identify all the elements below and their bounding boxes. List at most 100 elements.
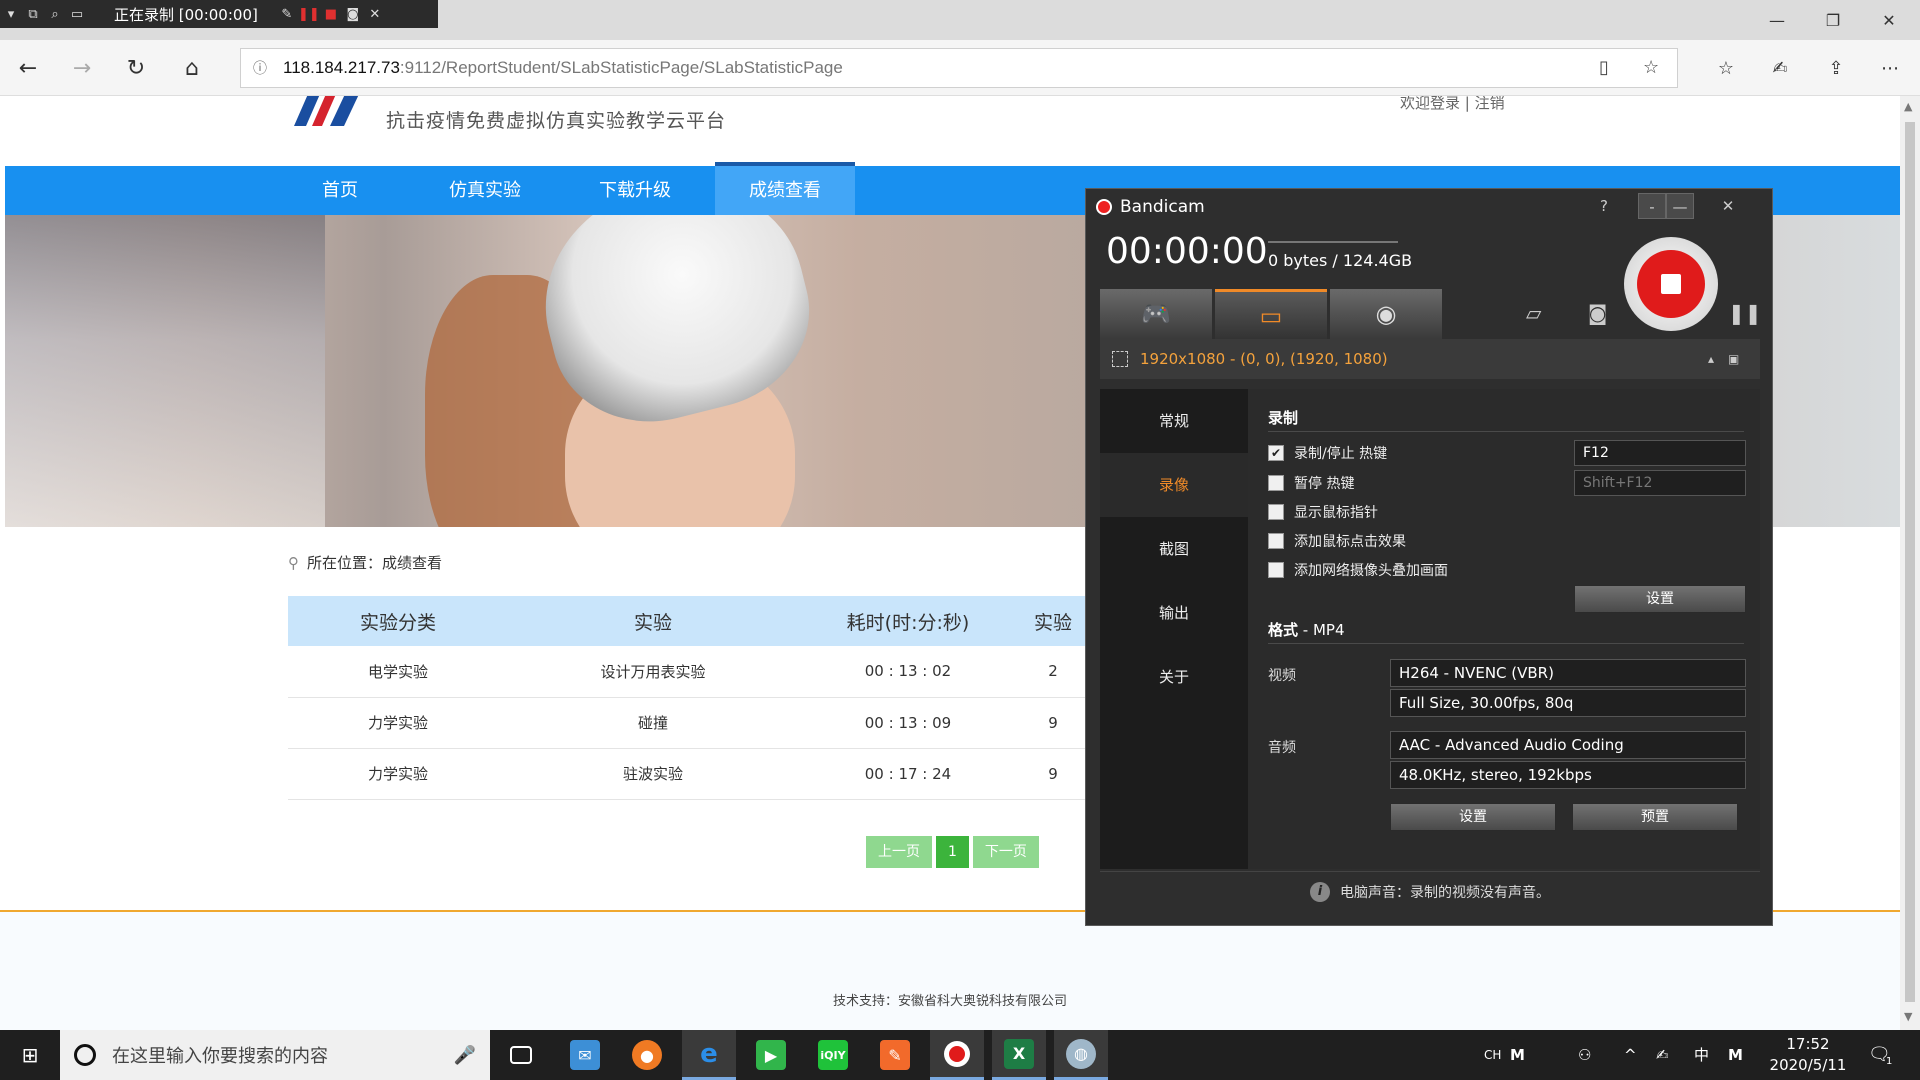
minimize-button[interactable]: — <box>1750 0 1804 40</box>
windows-start-icon[interactable]: ⊞ <box>0 1030 60 1080</box>
checkbox[interactable] <box>1268 475 1284 491</box>
reading-view-icon[interactable]: ▯ <box>1599 57 1609 78</box>
bandicam-minimize-button[interactable]: — <box>1666 193 1694 219</box>
url-path: :9112/ReportStudent/SLabStatisticPage/SL… <box>399 58 843 77</box>
format-settings-button[interactable]: 设置 <box>1390 803 1556 831</box>
pen-icon[interactable]: ✍ <box>1762 50 1798 86</box>
home-icon[interactable]: ⌂ <box>174 50 210 86</box>
close-icon[interactable]: ✕ <box>364 0 386 28</box>
back-icon[interactable]: ← <box>10 50 46 86</box>
prev-page-button[interactable]: 上一页 <box>866 836 932 868</box>
pause-icon[interactable]: ❚❚ <box>298 0 320 28</box>
option-label: 添加网络摄像头叠加画面 <box>1294 563 1448 579</box>
window-icon[interactable]: ▣ <box>1728 352 1739 366</box>
edge-icon[interactable]: e <box>682 1030 736 1080</box>
option-click-effect[interactable]: 添加鼠标点击效果 <box>1268 531 1406 551</box>
record-settings-button[interactable]: 设置 <box>1574 585 1746 613</box>
option-pause-hotkey[interactable]: 暂停 热键 <box>1268 473 1354 493</box>
help-button[interactable]: ? <box>1590 193 1618 219</box>
favorite-star-icon[interactable]: ☆ <box>1643 57 1659 78</box>
refresh-icon[interactable]: ↻ <box>118 50 154 86</box>
record-hotkey-input[interactable]: F12 <box>1574 440 1746 466</box>
window-mode-icon[interactable]: ⧉ <box>22 0 44 28</box>
audio-codec-field: AAC - Advanced Audio Coding <box>1390 731 1746 759</box>
app-globe-icon[interactable]: ◍ <box>1054 1030 1108 1080</box>
scrollbar-thumb[interactable] <box>1905 122 1915 1002</box>
bandicam-title-bar[interactable]: Bandicam ? - — ✕ <box>1086 189 1772 225</box>
tray-m2-icon[interactable]: M <box>1728 1030 1743 1080</box>
mail-icon[interactable]: ✉ <box>558 1030 612 1080</box>
excel-icon[interactable]: X <box>992 1030 1046 1080</box>
game-mode-icon[interactable]: 🎮 <box>1100 289 1212 339</box>
nav-simulation[interactable]: 仿真实验 <box>425 166 545 215</box>
scroll-up-icon[interactable]: ▲ <box>1904 100 1912 113</box>
screen-mode-icon[interactable]: ▭ <box>1215 289 1327 339</box>
tab-general[interactable]: 常规 <box>1100 389 1248 453</box>
preset-button[interactable]: 预置 <box>1572 803 1738 831</box>
tab-about[interactable]: 关于 <box>1100 645 1248 709</box>
url-field[interactable]: ⓘ 118.184.217.73 :9112/ReportStudent/SLa… <box>240 48 1678 88</box>
bandicam-taskbar-icon[interactable] <box>930 1030 984 1080</box>
people-icon[interactable]: ⚇ <box>1578 1030 1591 1080</box>
scroll-down-icon[interactable]: ▼ <box>1904 1010 1912 1023</box>
record-stop-button[interactable] <box>1624 237 1718 331</box>
page-scrollbar[interactable]: ▲ ▼ <box>1900 96 1920 1030</box>
checkbox[interactable] <box>1268 504 1284 520</box>
mini-mode-button[interactable]: - <box>1638 193 1666 219</box>
restore-button[interactable]: ❐ <box>1806 0 1860 40</box>
pause-hotkey-input[interactable]: Shift+F12 <box>1574 470 1746 496</box>
close-window-button[interactable]: ✕ <box>1862 0 1916 40</box>
clock[interactable]: 17:52 2020/5/11 <box>1760 1034 1856 1076</box>
tray-ime[interactable]: 中 <box>1694 1030 1709 1080</box>
collapse-icon[interactable]: ▴ <box>1708 352 1714 366</box>
url-host: 118.184.217.73 <box>283 58 400 77</box>
checkbox[interactable] <box>1268 562 1284 578</box>
col-category: 实验分类 <box>288 596 508 646</box>
tray-language[interactable]: CH <box>1484 1030 1501 1080</box>
page-number-button[interactable]: 1 <box>936 836 969 868</box>
info-icon[interactable]: ⓘ <box>253 58 283 78</box>
tray-m-icon[interactable]: M <box>1510 1030 1525 1080</box>
favorites-icon[interactable]: ☆ <box>1708 50 1744 86</box>
region-icon[interactable]: ▭ <box>66 0 88 28</box>
folder-icon[interactable]: ▱ <box>1526 301 1541 325</box>
share-icon[interactable]: ⇪ <box>1818 50 1854 86</box>
iqiyi-icon[interactable]: iQIY <box>806 1030 860 1080</box>
more-icon[interactable]: ⋯ <box>1872 50 1908 86</box>
capture-region-bar[interactable]: 1920x1080 - (0, 0), (1920, 1080) ▴ ▣ <box>1100 339 1760 379</box>
stop-icon[interactable]: ■ <box>320 0 342 28</box>
checkbox[interactable] <box>1268 533 1284 549</box>
next-page-button[interactable]: 下一页 <box>972 836 1039 868</box>
cell-category: 力学实验 <box>288 697 508 749</box>
tab-output[interactable]: 输出 <box>1100 581 1248 645</box>
checkbox-checked[interactable]: ✔ <box>1268 445 1284 461</box>
option-label: 添加鼠标点击效果 <box>1294 534 1406 550</box>
device-mode-icon[interactable]: ◉ <box>1330 289 1442 339</box>
menu-down-icon[interactable]: ▾ <box>0 0 22 28</box>
nav-home[interactable]: 首页 <box>295 166 385 215</box>
pen-tray-icon[interactable]: ✍ <box>1656 1030 1669 1080</box>
option-record-hotkey[interactable]: ✔ 录制/停止 热键 <box>1268 443 1387 463</box>
taskbar-search[interactable]: 在这里输入你要搜索的内容 🎤 <box>60 1030 490 1080</box>
microphone-icon[interactable]: 🎤 <box>454 1045 476 1066</box>
task-view-icon[interactable] <box>494 1030 548 1080</box>
media-player-icon[interactable]: ▶ <box>744 1030 798 1080</box>
bandicam-pause-icon[interactable]: ❚❚ <box>1728 301 1762 325</box>
nav-scores[interactable]: 成绩查看 <box>715 162 855 215</box>
camera-icon[interactable]: ◙ <box>342 0 364 28</box>
option-webcam-overlay[interactable]: 添加网络摄像头叠加画面 <box>1268 560 1448 580</box>
firefox-icon[interactable]: ● <box>620 1030 674 1080</box>
table-row: 力学实验 驻波实验 00 : 17 : 24 9 <box>288 748 1088 800</box>
login-links[interactable]: 欢迎登录 | 注销 <box>1400 96 1505 113</box>
tray-chevron-icon[interactable]: ^ <box>1624 1030 1637 1080</box>
screenshot-camera-icon[interactable]: ◙ <box>1588 301 1607 325</box>
tab-image[interactable]: 截图 <box>1100 517 1248 581</box>
forward-icon[interactable]: → <box>64 50 100 86</box>
bandicam-close-button[interactable]: ✕ <box>1714 193 1742 219</box>
zoom-icon[interactable]: ⌕ <box>44 0 66 28</box>
nav-download[interactable]: 下载升级 <box>575 166 695 215</box>
option-show-cursor[interactable]: 显示鼠标指针 <box>1268 502 1378 522</box>
tab-video[interactable]: 录像 <box>1100 453 1248 517</box>
app-orange-icon[interactable]: ✎ <box>868 1030 922 1080</box>
pencil-icon[interactable]: ✎ <box>276 0 298 28</box>
